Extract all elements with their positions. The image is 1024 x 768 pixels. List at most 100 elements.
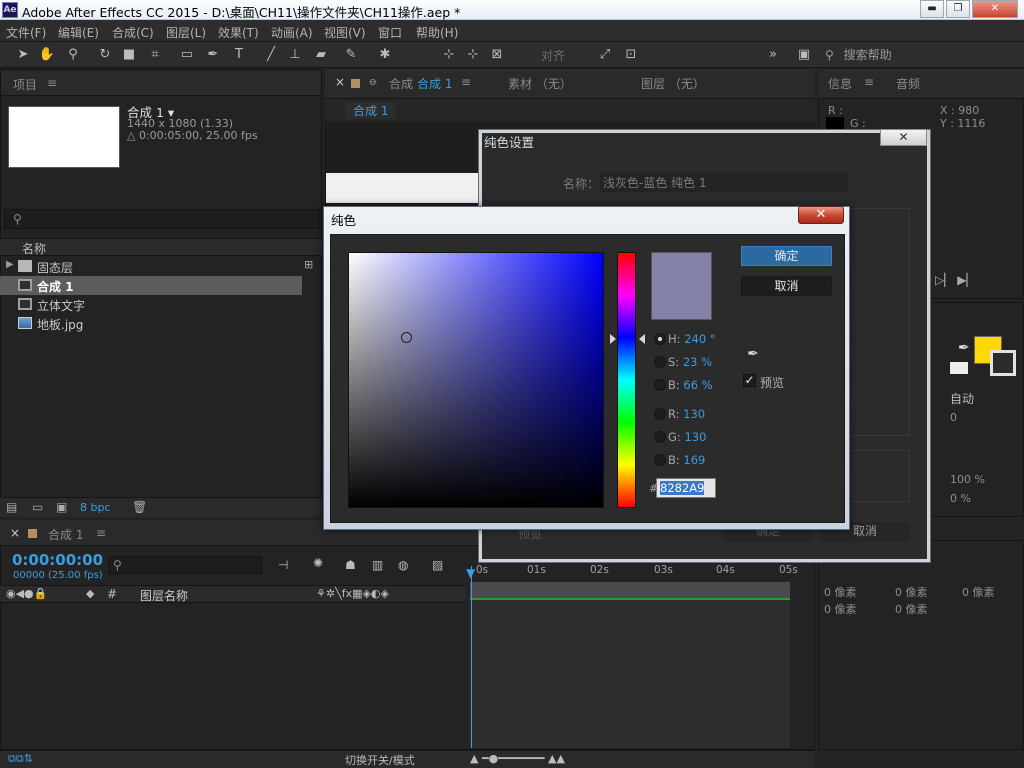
hex-color-input[interactable]: 8282A9	[656, 478, 716, 498]
graph-editor-icon[interactable]: ▨	[432, 558, 443, 572]
menu-animation[interactable]: 动画(A)	[271, 24, 313, 41]
zoom-slider[interactable]: ▲ ━●━━━━━━━ ▲▲	[470, 752, 565, 765]
list-item[interactable]: ▶ 固态层 ⊞	[0, 257, 313, 276]
baseline-value[interactable]: 0 %	[950, 492, 971, 505]
flowchart-icon[interactable]: ⊞	[304, 258, 313, 271]
snap-option-icon[interactable]: ⤢	[596, 46, 614, 64]
selection-tool-icon[interactable]: ➤	[14, 46, 32, 64]
color-marker[interactable]	[401, 332, 412, 343]
interpret-footage-icon[interactable]: ▤	[6, 500, 17, 514]
project-tab[interactable]: 项目	[13, 76, 37, 93]
hand-tool-icon[interactable]: ✋	[38, 46, 56, 64]
brightness-field[interactable]: B: 66 %	[668, 378, 713, 392]
eraser-tool-icon[interactable]: ▰	[312, 46, 330, 64]
stroke-color-swatch[interactable]	[990, 350, 1016, 376]
close-timeline-icon[interactable]: ×	[10, 526, 20, 540]
work-area-bar[interactable]	[470, 582, 790, 600]
info-tab[interactable]: 信息	[828, 75, 852, 92]
project-menu-icon[interactable]: ≡	[47, 76, 57, 90]
brightness-value[interactable]: 66 %	[683, 378, 712, 392]
expand-panes-icon[interactable]: ⧉⧉⇅	[8, 752, 33, 766]
bpc-button[interactable]: 8 bpc	[80, 501, 111, 514]
green-radio[interactable]	[654, 431, 666, 443]
tracking-value[interactable]: 0	[950, 411, 957, 424]
solid-settings-close-button[interactable]: ✕	[880, 129, 927, 146]
green-field[interactable]: G: 130	[668, 430, 706, 444]
new-folder-icon[interactable]: ▭	[32, 500, 43, 514]
brightness-radio[interactable]	[654, 379, 666, 391]
saturation-field[interactable]: S: 23 %	[668, 355, 712, 369]
name-column-label[interactable]: 名称	[22, 240, 46, 257]
pan-behind-tool-icon[interactable]: ⌗	[146, 46, 164, 64]
space-after[interactable]: 0 像素	[895, 601, 928, 617]
menu-file[interactable]: 文件(F)	[6, 24, 46, 41]
menu-window[interactable]: 窗口	[378, 24, 402, 41]
menu-layer[interactable]: 图层(L)	[166, 24, 206, 41]
local-axis-icon[interactable]: ⊹	[440, 46, 458, 64]
hue-value[interactable]: 240 °	[684, 332, 715, 346]
blue-field[interactable]: B: 169	[668, 453, 705, 467]
cancel-button[interactable]: 取消	[741, 276, 832, 296]
menu-help[interactable]: 帮助(H)	[416, 24, 458, 41]
expand-arrow-icon[interactable]: ▶	[6, 259, 14, 270]
playback-controls[interactable]: ▷▏ ▶▏	[935, 273, 976, 287]
pen-tool-icon[interactable]: ✒	[204, 46, 222, 64]
close-window-button[interactable]: ✕	[972, 0, 1018, 18]
text-tool-icon[interactable]: T	[230, 46, 248, 64]
project-search-field[interactable]: ⚲	[4, 209, 320, 229]
layer-tab[interactable]: 图层 （无）	[641, 75, 705, 92]
indent-left[interactable]: 0 像素	[824, 584, 857, 600]
clone-stamp-tool-icon[interactable]: ⊥	[286, 46, 304, 64]
stroke-none-icon[interactable]	[950, 362, 968, 374]
info-menu-icon[interactable]: ≡	[864, 75, 874, 89]
frame-blending-icon[interactable]: ▥	[372, 558, 383, 572]
menu-composition[interactable]: 合成(C)	[112, 24, 154, 41]
comp-breadcrumb[interactable]: 合成 1	[345, 102, 397, 119]
ok-button[interactable]: 确定	[741, 246, 832, 266]
hue-handle-right-icon[interactable]	[639, 334, 645, 344]
timeline-menu-icon[interactable]: ≡	[96, 526, 106, 540]
camera-tool-icon[interactable]: ■	[120, 46, 138, 64]
list-item[interactable]: 地板.jpg	[0, 314, 302, 333]
saturation-radio[interactable]	[654, 356, 666, 368]
vr-icon[interactable]: ▣	[794, 46, 814, 64]
rectangle-tool-icon[interactable]: ▭	[178, 46, 196, 64]
motion-blur-icon[interactable]: ◍	[398, 558, 408, 572]
view-axis-icon[interactable]: ⊠	[488, 46, 506, 64]
puppet-pin-tool-icon[interactable]: ✱	[376, 46, 394, 64]
world-axis-icon[interactable]: ⊹	[464, 46, 482, 64]
indent-first[interactable]: 0 像素	[895, 584, 928, 600]
comp-menu-icon[interactable]: ≡	[461, 75, 471, 89]
menu-edit[interactable]: 编辑(E)	[58, 24, 99, 41]
timeline-track-area[interactable]	[470, 600, 790, 748]
search-help-field[interactable]: ⚲ 搜索帮助	[825, 46, 1015, 64]
blue-value[interactable]: 169	[683, 453, 705, 467]
red-radio[interactable]	[654, 408, 666, 420]
rotate-tool-icon[interactable]: ↻	[96, 46, 114, 64]
audio-tab[interactable]: 音频	[896, 75, 920, 92]
close-tab-icon[interactable]: ×	[335, 75, 345, 89]
saturation-brightness-field[interactable]	[348, 252, 604, 508]
comp-mini-flowchart-icon[interactable]: ⊣	[278, 558, 288, 572]
playhead-icon[interactable]: ▼	[466, 566, 475, 580]
shy-layers-icon[interactable]: ☗	[345, 558, 356, 572]
solid-name-input[interactable]: 浅灰色-蓝色 纯色 1	[600, 172, 848, 192]
red-field[interactable]: R: 130	[668, 407, 705, 421]
indent-right[interactable]: 0 像素	[962, 584, 995, 600]
footage-tab[interactable]: 素材 （无）	[508, 75, 572, 92]
menu-view[interactable]: 视图(V)	[324, 24, 366, 41]
layer-name-header[interactable]: 图层名称	[140, 587, 188, 604]
brush-tool-icon[interactable]: ╱	[262, 46, 280, 64]
red-value[interactable]: 130	[683, 407, 705, 421]
timeline-search-field[interactable]: ⚲	[108, 556, 262, 574]
new-comp-icon[interactable]: ▣	[56, 500, 67, 514]
draft-3d-icon[interactable]: ✺	[313, 556, 323, 570]
color-picker-close-button[interactable]: ✕	[798, 206, 844, 224]
list-item[interactable]: 立体文字	[0, 295, 302, 314]
vert-scale-value[interactable]: 100 %	[950, 473, 985, 486]
snap-grid-icon[interactable]: ⊡	[622, 46, 640, 64]
space-before[interactable]: 0 像素	[824, 601, 857, 617]
eyedropper-icon[interactable]: ✒	[958, 340, 970, 356]
leading-value[interactable]: 自动	[950, 390, 974, 407]
list-item[interactable]: 合成 1	[0, 276, 302, 295]
